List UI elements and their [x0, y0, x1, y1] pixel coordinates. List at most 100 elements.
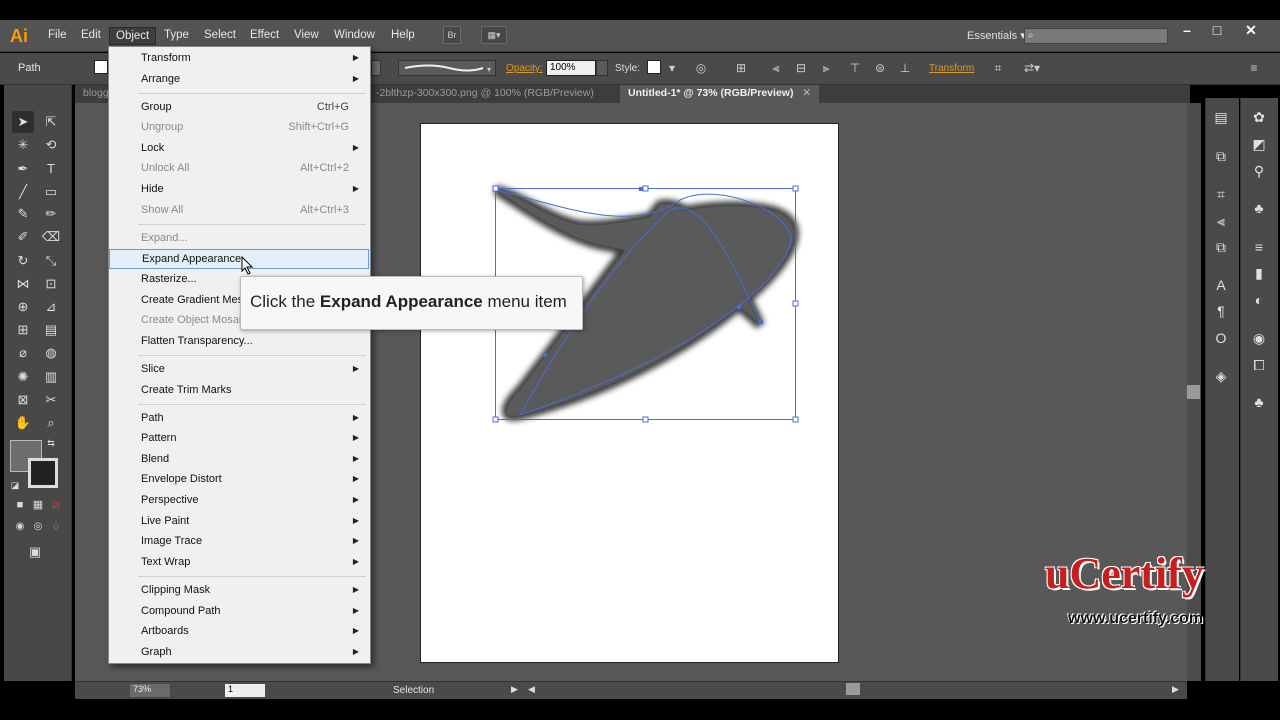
- align-bottom-icon[interactable]: ⊥: [897, 60, 913, 76]
- tab-document-2[interactable]: -2blthzp-300x300.png @ 100% (RGB/Preview…: [368, 85, 602, 103]
- menu-item-live-paint[interactable]: Live Paint ▶: [108, 511, 369, 531]
- symbols-panel-icon[interactable]: ♣: [1247, 391, 1271, 413]
- paragraph-panel-icon[interactable]: ¶: [1209, 300, 1233, 322]
- color-panel-icon[interactable]: ✿: [1247, 106, 1271, 128]
- workspace-switcher[interactable]: Essentials ▾: [967, 29, 1026, 42]
- character-panel-icon[interactable]: A: [1209, 274, 1233, 296]
- type-tool-icon[interactable]: T: [40, 158, 62, 180]
- swatches-panel-icon[interactable]: ⚲: [1247, 160, 1271, 182]
- tab-document-3[interactable]: Untitled-1* @ 73% (RGB/Preview) ✕: [620, 85, 820, 103]
- draw-inside-icon[interactable]: ◌: [48, 519, 64, 535]
- graphic-styles-panel-icon[interactable]: ⧠: [1247, 354, 1271, 376]
- horizontal-scrollbar-thumb[interactable]: [846, 683, 860, 695]
- stroke-panel-icon[interactable]: ≡: [1247, 236, 1271, 258]
- align-to-icon[interactable]: ⊞: [733, 60, 749, 76]
- pen-tool-icon[interactable]: ✒: [12, 158, 34, 180]
- zoom-level-field[interactable]: 73%: [130, 684, 170, 697]
- gradient-panel-icon[interactable]: ▮: [1247, 262, 1271, 284]
- align-panel-icon[interactable]: ⫷: [1209, 210, 1233, 232]
- column-graph-tool-icon[interactable]: ▥: [40, 366, 62, 388]
- menu-item-artboards[interactable]: Artboards ▶: [108, 621, 369, 641]
- line-tool-icon[interactable]: ╱: [12, 181, 34, 203]
- stroke-color-swatch[interactable]: [28, 458, 58, 488]
- opacity-input[interactable]: 100%: [546, 60, 596, 76]
- align-right-icon[interactable]: ⫸: [818, 60, 834, 76]
- menu-item-show-all[interactable]: Show All Alt+Ctrl+3: [108, 200, 369, 220]
- search-input[interactable]: ⌕: [1024, 28, 1168, 44]
- recolor-artwork-icon[interactable]: ◎: [693, 60, 709, 76]
- fill-swatch-control[interactable]: [94, 60, 108, 74]
- menu-view[interactable]: View: [288, 27, 325, 45]
- menu-object[interactable]: Object: [109, 27, 157, 45]
- symbol-sprayer-tool-icon[interactable]: ✺: [12, 366, 34, 388]
- menu-item-blend[interactable]: Blend ▶: [108, 449, 369, 469]
- menu-item-flatten-transparency[interactable]: Flatten Transparency...: [108, 331, 369, 351]
- lasso-tool-icon[interactable]: ⟲: [40, 134, 62, 156]
- menu-item-image-trace[interactable]: Image Trace ▶: [108, 531, 369, 551]
- menu-item-text-wrap[interactable]: Text Wrap ▶: [108, 552, 369, 572]
- menu-item-envelope-distort[interactable]: Envelope Distort ▶: [108, 469, 369, 489]
- menu-select[interactable]: Select: [198, 27, 242, 45]
- rotate-tool-icon[interactable]: ↻: [12, 250, 34, 272]
- gradient-tool-icon[interactable]: ▤: [40, 319, 62, 341]
- menu-help[interactable]: Help: [385, 27, 421, 45]
- scroll-left-icon[interactable]: ◀: [528, 684, 535, 695]
- menu-file[interactable]: File: [42, 27, 73, 45]
- status-tool-label[interactable]: Selection: [393, 685, 434, 696]
- arrange-documents-icon[interactable]: ▦▾: [481, 26, 507, 44]
- style-dropdown-icon[interactable]: ▾: [664, 60, 680, 76]
- stroke-weight-dropdown[interactable]: [371, 60, 381, 76]
- zoom-tool-icon[interactable]: ⌕: [40, 412, 62, 434]
- align-center-icon[interactable]: ⊟: [793, 60, 809, 76]
- minimize-icon[interactable]: –: [1172, 22, 1202, 40]
- blob-brush-tool-icon[interactable]: ✐: [12, 226, 34, 248]
- tab-close-icon[interactable]: ✕: [796, 87, 811, 99]
- menu-item-ungroup[interactable]: Ungroup Shift+Ctrl+G: [108, 117, 369, 137]
- shape-builder-tool-icon[interactable]: ⊕: [12, 296, 34, 318]
- menu-effect[interactable]: Effect: [244, 27, 285, 45]
- opacity-label[interactable]: Opacity:: [506, 63, 543, 74]
- artboards-panel-icon[interactable]: ⧉: [1209, 145, 1233, 167]
- rectangle-tool-icon[interactable]: ▭: [40, 181, 62, 203]
- menu-item-lock[interactable]: Lock ▶: [108, 138, 369, 158]
- menu-type[interactable]: Type: [158, 27, 195, 45]
- menu-item-pattern[interactable]: Pattern ▶: [108, 428, 369, 448]
- eyedropper-tool-icon[interactable]: ⌀: [12, 342, 34, 364]
- isolate-group-icon[interactable]: ⌗: [990, 60, 1006, 76]
- layers-panel-icon[interactable]: ◈: [1209, 365, 1233, 387]
- free-transform-tool-icon[interactable]: ⊡: [40, 273, 62, 295]
- menu-edit[interactable]: Edit: [75, 27, 107, 45]
- brushes-panel-icon[interactable]: ♣: [1247, 197, 1271, 219]
- eraser-tool-icon[interactable]: ⌫: [40, 226, 62, 248]
- none-mode-icon[interactable]: ⧄: [48, 497, 64, 513]
- menu-item-expand-appearance[interactable]: Expand Appearance: [109, 249, 369, 269]
- menu-item-slice[interactable]: Slice ▶: [108, 359, 369, 379]
- menu-item-perspective[interactable]: Perspective ▶: [108, 490, 369, 510]
- scale-tool-icon[interactable]: ⤡: [40, 250, 62, 272]
- color-mode-icon[interactable]: ■: [12, 497, 28, 513]
- artboard-tool-icon[interactable]: ⊠: [12, 389, 34, 411]
- status-menu-icon[interactable]: ▶: [511, 684, 518, 695]
- screen-mode-icon[interactable]: ▣: [24, 541, 46, 563]
- brush-definition-dropdown[interactable]: ▾: [398, 60, 496, 76]
- magic-wand-tool-icon[interactable]: ✳: [12, 134, 34, 156]
- gradient-mode-icon[interactable]: ▦: [30, 497, 46, 513]
- opentype-panel-icon[interactable]: O: [1209, 327, 1233, 349]
- menu-item-group[interactable]: Group Ctrl+G: [108, 97, 369, 117]
- transform-link[interactable]: Transform: [929, 63, 974, 74]
- align-middle-icon[interactable]: ⊜: [872, 60, 888, 76]
- slice-tool-icon[interactable]: ✂: [40, 389, 62, 411]
- document-setup-icon[interactable]: ⇄▾: [1018, 60, 1046, 76]
- perspective-grid-tool-icon[interactable]: ⊿: [40, 296, 62, 318]
- maximize-icon[interactable]: □: [1202, 22, 1232, 40]
- draw-normal-icon[interactable]: ◉: [12, 519, 28, 535]
- pathfinder-panel-icon[interactable]: ⧉: [1209, 236, 1233, 258]
- vertical-scrollbar-thumb[interactable]: [1187, 385, 1200, 399]
- color-guide-icon[interactable]: ◩: [1247, 133, 1271, 155]
- panel-menu-icon[interactable]: ≡: [1246, 60, 1262, 76]
- transform-panel-icon[interactable]: ⌗: [1209, 183, 1233, 205]
- scroll-right-icon[interactable]: ▶: [1172, 684, 1179, 695]
- bridge-button[interactable]: Br: [443, 26, 461, 44]
- selection-tool-icon[interactable]: ➤: [12, 111, 34, 133]
- libraries-panel-icon[interactable]: ▤: [1209, 106, 1233, 128]
